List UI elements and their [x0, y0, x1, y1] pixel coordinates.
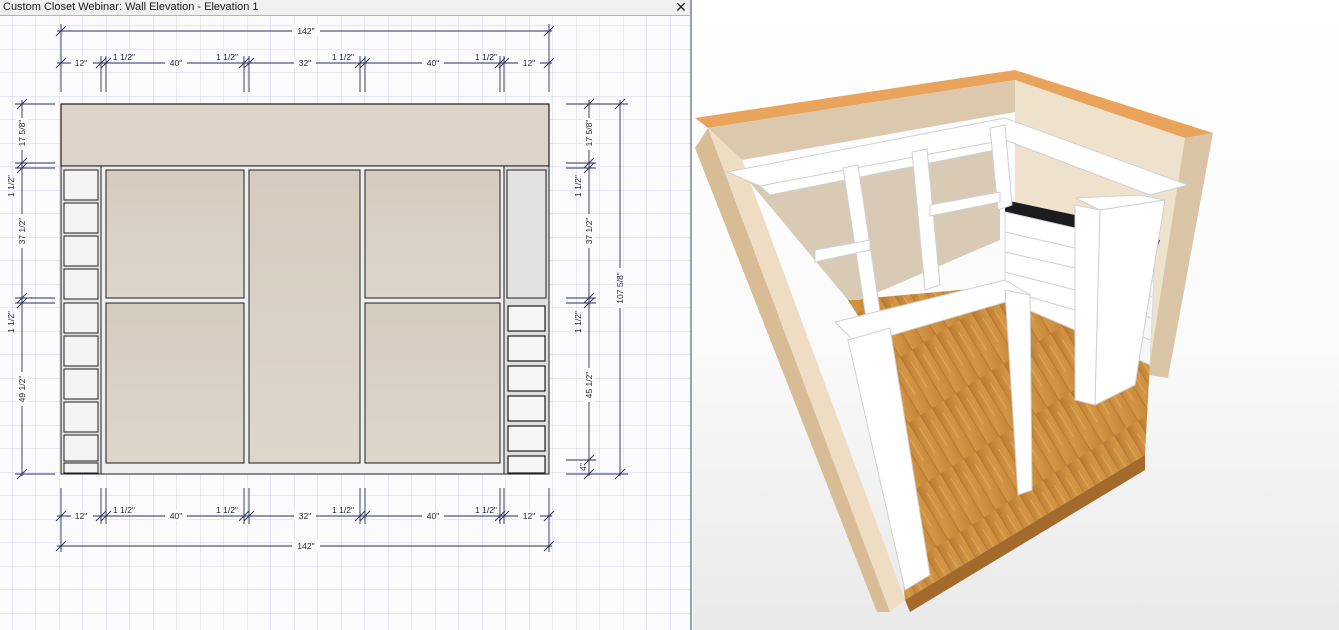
- panel-lower-right: [364, 302, 501, 464]
- dim-top-seg-2: 1 1/2": [113, 52, 135, 62]
- dim-bottom-seg-3: 40": [170, 511, 182, 521]
- dim-bottom-seg-2: 1 1/2": [113, 505, 135, 515]
- dim-bottom-seg-1: 12": [75, 511, 87, 521]
- soffit: [60, 103, 550, 167]
- panel-upper-left: [105, 169, 245, 299]
- right-tower-drawers: [507, 305, 546, 474]
- dim-top-seg-3: 40": [170, 58, 182, 68]
- dim-top-seg-9: 12": [523, 58, 535, 68]
- dim-bottom-seg-6: 1 1/2": [332, 505, 354, 515]
- left-tower-shelves: [63, 169, 99, 474]
- wall-elevation-window[interactable]: Custom Closet Webinar: Wall Elevation - …: [0, 0, 692, 630]
- window-titlebar[interactable]: Custom Closet Webinar: Wall Elevation - …: [0, 0, 690, 16]
- dim-bottom-seg-7: 40": [427, 511, 439, 521]
- panel-upper-right: [364, 169, 501, 299]
- panel-lower-left: [105, 302, 245, 464]
- dim-left-seg-5: 49 1/2": [17, 376, 27, 403]
- dim-top-seg-5: 32": [299, 58, 311, 68]
- dim-left-seg-2: 1 1/2": [6, 175, 16, 197]
- dim-right-overall: 107 5/8": [615, 272, 625, 303]
- dim-left-seg-3: 37 1/2": [17, 218, 27, 245]
- closet-elevation: [60, 103, 550, 475]
- 3d-closet-view[interactable]: [693, 0, 1339, 630]
- dim-bottom-seg-8: 1 1/2": [475, 505, 497, 515]
- dim-right-seg-1: 17 5/8": [584, 120, 594, 147]
- dim-left-seg-4: 1 1/2": [6, 311, 16, 333]
- dim-bottom-overall: 142": [297, 541, 314, 551]
- elevation-drawing[interactable]: 142" 12" 1 1/2" 40" 1 1/2" 32" 1 1/2" 40…: [0, 16, 690, 630]
- dim-right-seg-3: 37 1/2": [584, 218, 594, 245]
- dim-right-seg-6: 4": [578, 463, 588, 471]
- dim-top-seg-1: 12": [75, 58, 87, 68]
- dim-left-seg-1: 17 5/8": [17, 120, 27, 147]
- dim-right-seg-4: 1 1/2": [573, 311, 583, 333]
- dim-right-seg-5: 45 1/2": [584, 372, 594, 399]
- dim-top-overall: 142": [297, 26, 314, 36]
- dim-top-seg-8: 1 1/2": [475, 52, 497, 62]
- right-tower-open: [506, 169, 547, 299]
- dim-top-seg-4: 1 1/2": [216, 52, 238, 62]
- dim-bottom-seg-9: 12": [523, 511, 535, 521]
- dim-top-seg-7: 40": [427, 58, 439, 68]
- dim-bottom-seg-4: 1 1/2": [216, 505, 238, 515]
- dim-top-seg-6: 1 1/2": [332, 52, 354, 62]
- dim-right-seg-2: 1 1/2": [573, 175, 583, 197]
- dim-bottom-seg-5: 32": [299, 511, 311, 521]
- window-title: Custom Closet Webinar: Wall Elevation - …: [3, 1, 259, 13]
- panel-center: [248, 169, 361, 464]
- close-icon[interactable]: ✕: [674, 0, 688, 15]
